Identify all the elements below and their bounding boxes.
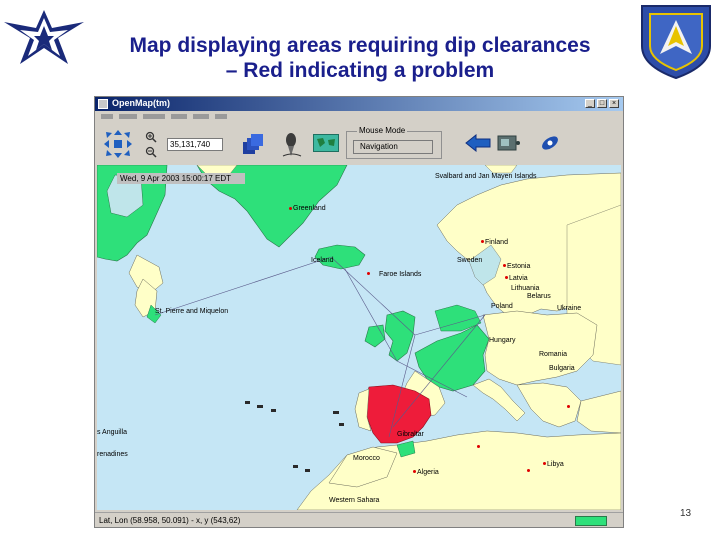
label-gibraltar: Gibraltar bbox=[397, 431, 424, 438]
overview-map-icon[interactable] bbox=[313, 134, 339, 152]
city-marker bbox=[543, 462, 546, 465]
label-western-sahara: Western Sahara bbox=[329, 497, 380, 504]
close-button[interactable]: × bbox=[609, 99, 619, 108]
label-belarus: Belarus bbox=[527, 293, 551, 300]
menu-item-file[interactable] bbox=[101, 114, 113, 119]
city-marker bbox=[289, 207, 292, 210]
city-marker bbox=[477, 445, 480, 448]
window-titlebar[interactable]: OpenMap(tm) _ □ × bbox=[95, 97, 623, 111]
slide-title-line2: – Red indicating a problem bbox=[225, 59, 495, 82]
layers-icon[interactable] bbox=[242, 133, 264, 155]
command-shield-emblem bbox=[636, 0, 716, 80]
menu-item-control[interactable] bbox=[119, 114, 137, 119]
city-marker bbox=[367, 272, 370, 275]
label-lithuania: Lithuania bbox=[511, 285, 540, 292]
openmap-window: OpenMap(tm) _ □ × 35,131,740 Mouse Mode … bbox=[94, 96, 624, 528]
city-marker bbox=[505, 276, 508, 279]
label-poland: Poland bbox=[491, 303, 513, 310]
map-canvas[interactable]: Wed, 9 Apr 2003 15:00:17 EDT Svalbard an… bbox=[97, 165, 621, 510]
air-force-logo bbox=[2, 4, 86, 70]
menu-bar bbox=[95, 111, 623, 124]
city-marker bbox=[481, 240, 484, 243]
label-hungary: Hungary bbox=[489, 337, 516, 344]
label-grenadines: renadines bbox=[97, 451, 128, 458]
label-latvia: Latvia bbox=[509, 275, 528, 282]
label-ukraine: Ukraine bbox=[557, 305, 582, 312]
label-algeria: Algeria bbox=[417, 469, 439, 476]
map-timestamp: Wed, 9 Apr 2003 15:00:17 EDT bbox=[117, 173, 245, 184]
status-indicator bbox=[575, 516, 607, 526]
menu-item-layers[interactable] bbox=[171, 114, 187, 119]
city-marker bbox=[413, 470, 416, 473]
maximize-button[interactable]: □ bbox=[597, 99, 607, 108]
toolbar: 35,131,740 Mouse Mode Navigation bbox=[95, 124, 623, 164]
window-title: OpenMap(tm) bbox=[112, 98, 170, 108]
label-romania: Romania bbox=[539, 351, 568, 358]
label-morocco: Morocco bbox=[353, 455, 380, 462]
label-st-pierre-miquelon: St. Pierre and Miquelon bbox=[155, 308, 229, 315]
label-iceland: Iceland bbox=[311, 257, 334, 264]
slide-page-number: 13 bbox=[680, 508, 692, 519]
city-marker bbox=[503, 264, 506, 267]
label-sweden: Sweden bbox=[457, 257, 483, 264]
menu-item-views[interactable] bbox=[193, 114, 209, 119]
city-marker bbox=[567, 405, 570, 408]
mouse-mode-select[interactable]: Navigation bbox=[353, 140, 433, 154]
menu-item-help[interactable] bbox=[215, 114, 227, 119]
label-finland: Finland bbox=[485, 239, 508, 246]
gps-device-icon[interactable] bbox=[497, 134, 521, 152]
label-estonia: Estonia bbox=[507, 263, 531, 270]
label-anguilla: s Anguilla bbox=[97, 429, 127, 436]
pan-arrows-icon[interactable] bbox=[103, 129, 133, 159]
menu-item-navigate[interactable] bbox=[143, 114, 165, 119]
label-greenland: Greenland bbox=[293, 205, 326, 212]
label-libya: Libya bbox=[547, 461, 564, 468]
drawing-pen-icon[interactable] bbox=[281, 132, 303, 158]
cursor-coordinates: Lat, Lon (58.958, 50.091) - x, y (543,62… bbox=[99, 516, 241, 525]
city-marker bbox=[527, 469, 530, 472]
label-faroe-islands: Faroe Islands bbox=[379, 271, 422, 278]
scale-input[interactable]: 35,131,740 bbox=[167, 138, 223, 151]
minimize-button[interactable]: _ bbox=[585, 99, 595, 108]
slide-title-line1: Map displaying areas requiring dip clear… bbox=[129, 34, 591, 57]
app-icon bbox=[98, 99, 108, 109]
mouse-mode-label: Mouse Mode bbox=[357, 126, 408, 135]
label-svalbard: Svalbard and Jan Mayen Islands bbox=[435, 173, 537, 180]
zoom-in-icon[interactable] bbox=[145, 130, 157, 143]
status-bar: Lat, Lon (58.958, 50.091) - x, y (543,62… bbox=[95, 512, 623, 527]
back-arrow-icon[interactable] bbox=[465, 133, 491, 153]
label-bulgaria: Bulgaria bbox=[549, 365, 575, 372]
satellite-icon[interactable] bbox=[539, 134, 561, 152]
zoom-out-icon[interactable] bbox=[145, 145, 157, 158]
mouse-mode-group: Mouse Mode Navigation bbox=[346, 126, 442, 159]
